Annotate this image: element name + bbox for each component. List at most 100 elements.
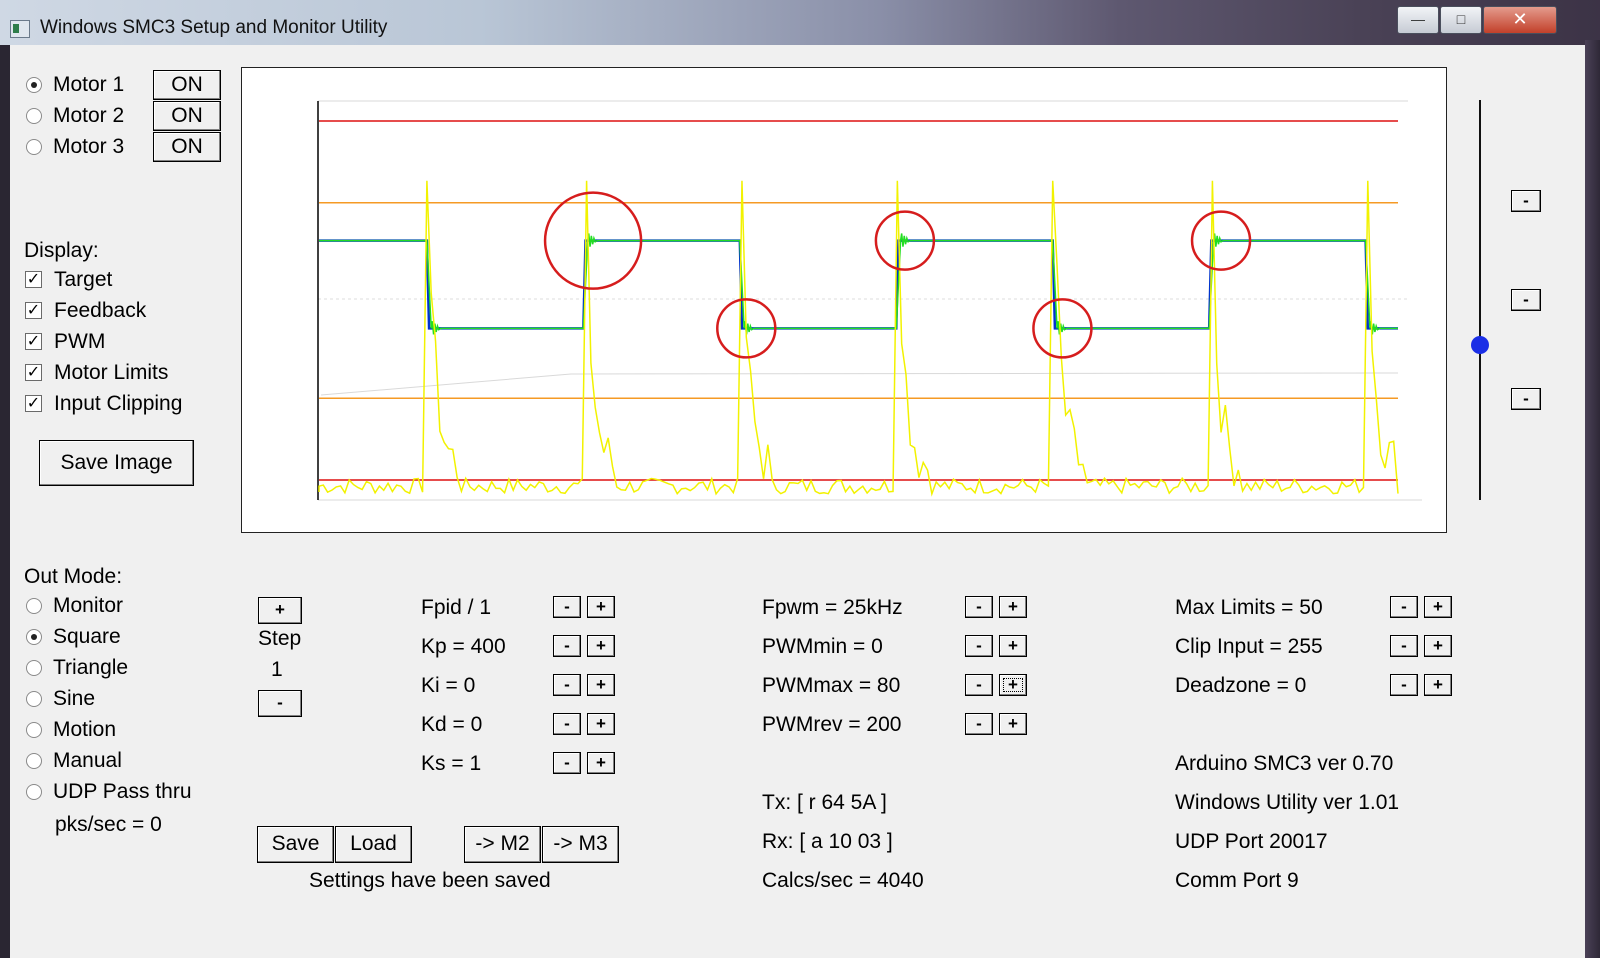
kp-plus-button[interactable]: + [587, 635, 615, 657]
pwmmin-plus-button[interactable]: + [999, 635, 1027, 657]
ki-plus-button[interactable]: + [587, 674, 615, 696]
motor-3-on-button[interactable]: ON [153, 132, 221, 162]
window-frame-right [1585, 40, 1600, 958]
kd-label: Kd = 0 [421, 713, 483, 736]
scale-top-minus-button[interactable]: - [1511, 190, 1541, 212]
rx-readout: Rx: [ a 10 03 ] [762, 830, 893, 853]
pks-per-sec: pks/sec = 0 [55, 813, 162, 836]
mode-manual-radio[interactable] [26, 753, 42, 769]
mode-udp-radio[interactable] [26, 784, 42, 800]
plot-svg [317, 100, 1422, 501]
app-icon [10, 20, 30, 38]
max-limits-label: Max Limits = 50 [1175, 596, 1323, 619]
copy-to-m3-button[interactable]: -> M3 [542, 826, 619, 863]
ks-plus-button[interactable]: + [587, 752, 615, 774]
vertical-slider-knob[interactable] [1471, 336, 1489, 354]
save-button[interactable]: Save [257, 826, 334, 863]
pwmrev-label: PWMrev = 200 [762, 713, 902, 736]
fpid-label: Fpid / 1 [421, 596, 492, 619]
deadzone-minus-button[interactable]: - [1390, 674, 1418, 696]
kd-minus-button[interactable]: - [553, 713, 581, 735]
clip-input-plus-button[interactable]: + [1424, 635, 1452, 657]
pwm-series-line [318, 180, 1399, 497]
motor-2-on-button[interactable]: ON [153, 101, 221, 131]
arduino-version: Arduino SMC3 ver 0.70 [1175, 752, 1394, 775]
mode-manual-label: Manual [53, 749, 122, 772]
input-clipping-checkbox[interactable]: ✓ [25, 395, 42, 412]
max-limits-plus-button[interactable]: + [1424, 596, 1452, 618]
mode-motion-label: Motion [53, 718, 117, 741]
pwm-label: PWM [54, 330, 106, 353]
input-clipping-label: Input Clipping [54, 392, 183, 415]
window-title: Windows SMC3 Setup and Monitor Utility [40, 17, 388, 38]
plot-pwm-gridline [320, 372, 1399, 396]
tx-readout: Tx: [ r 64 5A ] [762, 791, 887, 814]
udp-port: UDP Port 20017 [1175, 830, 1328, 853]
scale-mid-minus-button[interactable]: - [1511, 289, 1541, 311]
feedback-series-line [319, 233, 1398, 335]
mode-square-label: Square [53, 625, 121, 648]
target-series-line [319, 239, 1398, 330]
comm-port: Comm Port 9 [1175, 869, 1299, 892]
clip-input-label: Clip Input = 255 [1175, 635, 1323, 658]
pwmrev-plus-button[interactable]: + [999, 713, 1027, 735]
ks-minus-button[interactable]: - [553, 752, 581, 774]
close-button[interactable]: ✕ [1483, 6, 1557, 34]
pwmmax-plus-button[interactable]: + [999, 674, 1027, 696]
motor-1-label: Motor 1 [53, 73, 125, 96]
plot-area [241, 67, 1447, 533]
mode-triangle-label: Triangle [53, 656, 129, 679]
motor-limits-label: Motor Limits [54, 361, 169, 384]
mode-udp-label: UDP Pass thru [53, 780, 192, 803]
vertical-slider-track[interactable] [1479, 100, 1481, 500]
mode-triangle-radio[interactable] [26, 660, 42, 676]
fpwm-minus-button[interactable]: - [965, 596, 993, 618]
step-minus-button[interactable]: - [258, 690, 302, 717]
step-plus-button[interactable]: + [258, 597, 302, 624]
scale-bottom-minus-button[interactable]: - [1511, 388, 1541, 410]
fpid-minus-button[interactable]: - [553, 596, 581, 618]
clip-input-minus-button[interactable]: - [1390, 635, 1418, 657]
pwmrev-minus-button[interactable]: - [965, 713, 993, 735]
pwm-checkbox[interactable]: ✓ [25, 333, 42, 350]
target-label: Target [54, 268, 113, 291]
fpwm-label: Fpwm = 25kHz [762, 596, 903, 619]
motor-1-radio[interactable] [26, 77, 42, 93]
ks-label: Ks = 1 [421, 752, 482, 775]
deadzone-plus-button[interactable]: + [1424, 674, 1452, 696]
calcs-readout: Calcs/sec = 4040 [762, 869, 924, 892]
motor-2-radio[interactable] [26, 108, 42, 124]
mode-square-radio[interactable] [26, 629, 42, 645]
load-button[interactable]: Load [335, 826, 412, 863]
max-limits-minus-button[interactable]: - [1390, 596, 1418, 618]
save-image-button[interactable]: Save Image [39, 440, 194, 486]
kp-label: Kp = 400 [421, 635, 506, 658]
kd-plus-button[interactable]: + [587, 713, 615, 735]
fpid-plus-button[interactable]: + [587, 596, 615, 618]
deadzone-label: Deadzone = 0 [1175, 674, 1307, 697]
display-heading: Display: [24, 239, 99, 262]
step-value: 1 [271, 658, 283, 681]
step-label: Step [258, 627, 302, 650]
motor-1-on-button[interactable]: ON [153, 70, 221, 100]
motor-2-label: Motor 2 [53, 104, 125, 127]
mode-motion-radio[interactable] [26, 722, 42, 738]
fpwm-plus-button[interactable]: + [999, 596, 1027, 618]
ki-minus-button[interactable]: - [553, 674, 581, 696]
mode-monitor-radio[interactable] [26, 598, 42, 614]
target-checkbox[interactable]: ✓ [25, 271, 42, 288]
minimize-button[interactable]: — [1397, 6, 1439, 34]
pwmmax-label: PWMmax = 80 [762, 674, 901, 697]
motor-limits-checkbox[interactable]: ✓ [25, 364, 42, 381]
copy-to-m2-button[interactable]: -> M2 [464, 826, 541, 863]
motor-3-radio[interactable] [26, 139, 42, 155]
maximize-button[interactable]: □ [1440, 6, 1482, 34]
motor-3-label: Motor 3 [53, 135, 125, 158]
pwmmax-minus-button[interactable]: - [965, 674, 993, 696]
pwmmin-minus-button[interactable]: - [965, 635, 993, 657]
kp-minus-button[interactable]: - [553, 635, 581, 657]
pwmmin-label: PWMmin = 0 [762, 635, 883, 658]
out-mode-heading: Out Mode: [24, 565, 123, 588]
feedback-checkbox[interactable]: ✓ [25, 302, 42, 319]
mode-sine-radio[interactable] [26, 691, 42, 707]
